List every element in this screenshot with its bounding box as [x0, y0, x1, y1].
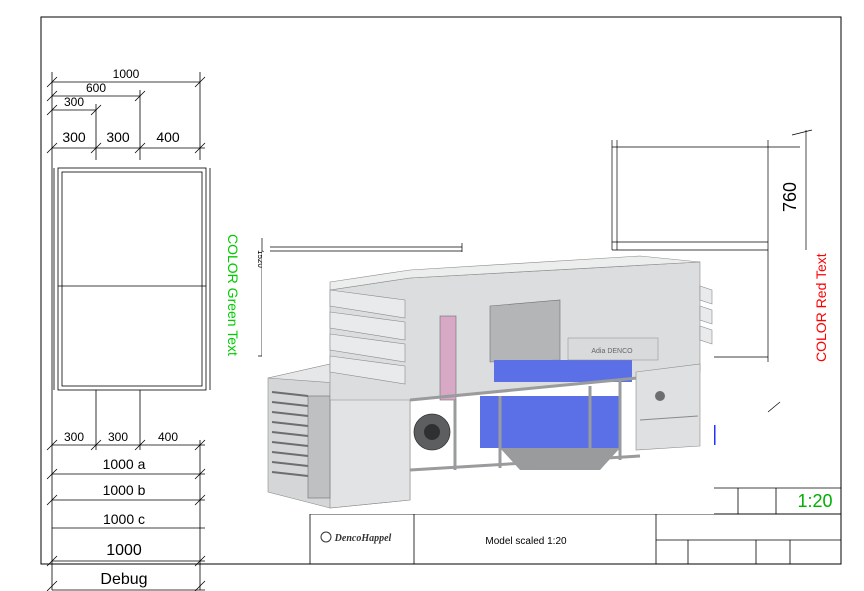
dim-row-c: 1000 c — [103, 511, 145, 527]
right-height-label: 760 — [780, 182, 800, 212]
air-handling-unit-image: Adia DENCO — [262, 252, 714, 514]
cad-drawing: 1000 600 300 300 300 400 300 300 400 100… — [40, 16, 842, 591]
dim-bottom-seg-2: 300 — [108, 430, 128, 444]
model-scale-text: Model scaled 1:20 — [485, 536, 567, 547]
company-logo-icon — [320, 531, 332, 543]
nameplate-text: Adia DENCO — [591, 348, 633, 355]
dim-bottom-seg-3: 400 — [158, 430, 178, 444]
dim-row-total: 1000 — [106, 542, 142, 559]
dim-top-seg-1: 300 — [62, 129, 86, 145]
dim-row-a: 1000 a — [103, 456, 146, 472]
dim-bottom-seg-1: 300 — [64, 430, 84, 444]
scale-label: 1:20 — [797, 491, 832, 511]
color-green-text: COLOR Green Text — [225, 234, 241, 356]
dim-300-small: 300 — [64, 95, 84, 109]
dim-top-seg-3: 400 — [156, 129, 180, 145]
drawing-sheet: 1000 600 300 300 300 400 300 300 400 100… — [0, 0, 864, 591]
dim-top-seg-2: 300 — [106, 129, 130, 145]
dim-overall-top: 1000 — [113, 67, 140, 81]
dim-row-b: 1000 b — [103, 482, 146, 498]
color-red-text: COLOR Red Text — [813, 253, 829, 362]
debug-label: Debug — [100, 571, 147, 588]
dim-600: 600 — [86, 81, 106, 95]
company-logo-text: DencoHappel — [334, 533, 392, 544]
